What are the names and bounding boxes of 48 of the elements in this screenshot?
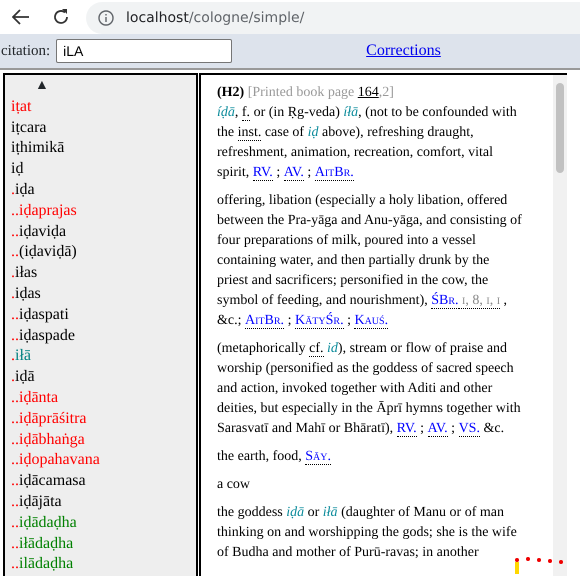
entry-heading: (H2) xyxy=(217,85,244,100)
reference-link[interactable]: AitBr. xyxy=(314,165,354,181)
reference-link[interactable]: AV. xyxy=(428,421,448,437)
definition-paragraph: the goddess iḍā or iłā (daughter of Manu or of man thinking on and worshipping the gods; she is the wife of Budha and mother of Purū-ravas; in another xyxy=(217,504,518,562)
definition-paragraph: (metaphorically cf. id), stream or flow of praise and worship (personified as the goddess of sacred speech and action, invoked together with Aditi and other deities, but especially in the Āprī hymns together with Sarasvatī and Mahī or Bhāratī), RV. ; AV. ; VS. &c. xyxy=(217,340,522,439)
printed-page-note: [Printed book page 164,2] xyxy=(248,85,394,100)
citation-label: citation: xyxy=(1,42,50,61)
reference-link[interactable]: KātyŚr. xyxy=(294,313,344,329)
word-list-item[interactable]: .iłas xyxy=(11,263,38,284)
word-list-item[interactable]: ..iłādaḍha xyxy=(11,534,74,554)
loading-dots-icon xyxy=(515,556,565,574)
scrollbar-thumb[interactable] xyxy=(556,83,564,173)
reload-icon xyxy=(52,8,70,26)
definition-paragraph: the earth, food, Sāy. xyxy=(217,448,332,467)
word-list-item[interactable]: iṭcara xyxy=(11,118,47,138)
word-list-item[interactable]: .iḍā xyxy=(11,367,35,388)
reference-link[interactable]: ŚBr. xyxy=(431,293,459,309)
back-arrow-icon xyxy=(12,9,30,25)
word-list-item[interactable]: ..ilādaḍha xyxy=(11,554,74,576)
word-list-item[interactable]: .iḍa xyxy=(11,180,35,201)
word-list-item[interactable]: iṭhimikā xyxy=(11,138,64,160)
word-list-item[interactable]: ..iḍājāta xyxy=(11,492,62,513)
reference-link[interactable]: RV. xyxy=(252,165,273,181)
page-link[interactable]: 164 xyxy=(358,85,379,100)
reference-link[interactable]: Sāy. xyxy=(305,449,331,465)
reference-link[interactable]: VS. xyxy=(458,421,480,437)
citation-field[interactable]: iLA xyxy=(56,39,232,63)
scroll-up-arrow[interactable]: ▲ xyxy=(35,76,49,97)
info-icon xyxy=(98,10,114,26)
definition-paragraph: íḍā, f. or (in Ṛg-veda) íłā, (not to be confounded with the inst. case of iḍ above), refreshing draught, refreshment, animation, recreation, comfort, vital spirit, RV. ; AV. ; AitBr. xyxy=(217,104,518,183)
definition-paragraph: offering, libation (especially a holy libation, offered between the Pra-yāga and Anu-yāga, and consisting of four preparations of milk, poured into a vessel containing water, and then partially drunk by the priest and sacrificers; personified in the cow, the symbol of feeding, and nourishment), ŚBr. i, 8, i, i , &c.; AitBr. ; KātyŚr. ; Kauś. xyxy=(217,192,523,331)
address-bar[interactable]: localhost/cologne/simple/ xyxy=(86,2,580,34)
reference-link[interactable]: AV. xyxy=(284,165,304,181)
reference-link[interactable]: RV. xyxy=(396,421,417,437)
word-list-item[interactable]: .iḍas xyxy=(11,284,41,305)
word-list-item[interactable]: ..iḍaspati xyxy=(11,304,69,326)
word-list-item[interactable]: iḍ xyxy=(11,159,24,180)
definition-paragraph: a cow xyxy=(217,476,252,494)
word-list-item[interactable]: ..iḍaviḍa xyxy=(11,222,66,242)
scrollbar[interactable] xyxy=(553,75,567,576)
reference-link[interactable]: Kauś. xyxy=(354,313,388,329)
word-list-item[interactable]: ..iḍādaḍha xyxy=(11,512,77,534)
word-list-item[interactable]: .iłā xyxy=(11,346,31,368)
reference-link[interactable]: AitBr. xyxy=(245,313,284,329)
word-list-item[interactable]: ..iḍaspade xyxy=(11,326,75,346)
word-list-item[interactable]: ..iḍācamasa xyxy=(11,471,86,492)
corrections-link[interactable]: Corrections xyxy=(366,39,441,63)
word-list-item[interactable]: ..(iḍaviḍā) xyxy=(11,242,77,264)
